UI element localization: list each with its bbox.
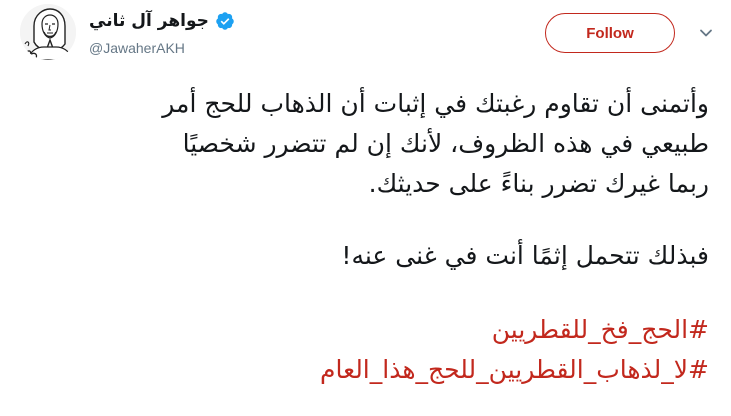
author-name-row[interactable]: جواهر آل ثاني <box>89 10 235 32</box>
hashtag-link[interactable]: #الحج_فخ_للقطريين <box>492 315 709 344</box>
verified-badge-icon <box>216 12 234 30</box>
author-handle[interactable]: @JawaherAKH <box>89 40 185 56</box>
portrait-sketch-icon <box>20 4 76 60</box>
tweet-line-1: وأتمنى أن تقاوم رغبتك في إثبات أن الذهاب… <box>162 89 709 118</box>
tweet-line-2: طبيعي في هذه الظروف، لأنك إن لم تتضرر شخ… <box>182 129 709 158</box>
tweet-line-4: فبذلك تتحمل إثمًا أنت في غنى عنه! <box>341 241 709 270</box>
chevron-down-icon[interactable] <box>699 26 713 40</box>
hashtag-link[interactable]: #لا_لذهاب_القطريين_للحج_هذا_العام <box>320 355 709 384</box>
tweet-text: وأتمنى أن تقاوم رغبتك في إثبات أن الذهاب… <box>19 84 709 390</box>
avatar[interactable] <box>20 4 76 60</box>
follow-button[interactable]: Follow <box>545 13 675 53</box>
author-display-name[interactable]: جواهر آل ثاني <box>89 10 209 32</box>
tweet-line-3: ربما غيرك تضرر بناءً على حديثك. <box>368 169 709 198</box>
